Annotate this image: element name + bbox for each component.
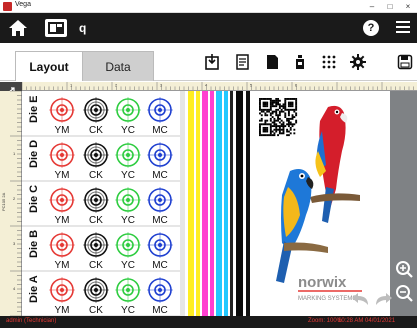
window-titlebar: Vega – □ × <box>0 0 417 13</box>
qr-code <box>258 97 298 137</box>
tab-layout[interactable]: Layout <box>15 51 83 81</box>
help-icon[interactable]: ? <box>363 20 379 36</box>
app-header: q ? <box>0 13 417 43</box>
report-icon[interactable] <box>235 54 251 70</box>
svg-text:norwix: norwix <box>298 274 347 291</box>
registration-mark-label: CK <box>89 305 103 316</box>
home-icon[interactable] <box>8 19 28 37</box>
app-icon <box>3 2 12 11</box>
zoom-in-icon[interactable] <box>394 259 414 279</box>
registration-mark-label: YM <box>55 305 70 316</box>
registration-mark-label: CK <box>89 215 103 226</box>
right-tool-panel <box>390 91 417 316</box>
status-time: 10:28 AM 04/01/2021 <box>338 318 396 324</box>
settings-gear-icon[interactable] <box>350 54 366 70</box>
registration-mark-label: YM <box>55 170 70 181</box>
import-icon[interactable] <box>204 54 220 70</box>
ruler-top-number: 2 <box>115 84 117 88</box>
job-name: q <box>79 21 87 35</box>
ruler-left-number: 2 <box>13 196 16 201</box>
tab-data[interactable]: Data <box>82 51 154 81</box>
die-label: Die B <box>28 230 40 258</box>
undo-icon[interactable] <box>350 292 372 308</box>
registration-mark-label: YC <box>121 125 135 136</box>
die-label: Die C <box>28 185 40 213</box>
registration-mark-label: MC <box>152 305 168 316</box>
ruler-top-number: 5 <box>250 84 252 88</box>
die-label: Die D <box>28 140 40 168</box>
hamburger-menu-icon[interactable] <box>396 21 412 35</box>
registration-mark-label: YM <box>55 215 70 226</box>
ruler-left-number: 1 <box>13 151 16 156</box>
minimize-button[interactable]: – <box>363 0 381 13</box>
registration-mark-label: YC <box>121 170 135 181</box>
die-label: Die E <box>28 95 40 123</box>
registration-mark-label: MC <box>152 260 168 271</box>
registration-mark-label: YC <box>121 215 135 226</box>
window-controls: – □ × <box>363 0 417 13</box>
ruler-top-number: 1 <box>70 84 72 88</box>
print-layout-sheet[interactable]: Die E YM CK YC MC Die D YM CK YC MC Die C YM CK YC MC D… <box>22 91 390 316</box>
registration-mark-label: YC <box>121 260 135 271</box>
registration-mark-label: YC <box>121 305 135 316</box>
window-title: Vega <box>15 1 31 8</box>
maximize-button[interactable]: □ <box>381 0 399 13</box>
registration-mark-label: CK <box>89 260 103 271</box>
ruler-left-number: 3 <box>13 241 16 246</box>
registration-mark-label: MC <box>152 125 168 136</box>
ruler-top-number: 4 <box>205 84 207 88</box>
ink-cartridge-icon[interactable] <box>292 54 308 70</box>
die-label: Die A <box>28 275 40 303</box>
ruler-top: 1 2 3 4 5 6 <box>22 82 417 91</box>
job-calculator-icon[interactable] <box>44 18 68 38</box>
status-user: admin (Technician) <box>6 318 57 324</box>
ruler-left-number: 4 <box>13 286 16 291</box>
ruler-top-number: 3 <box>160 84 162 88</box>
svg-text:MARKING SYSTEMS: MARKING SYSTEMS <box>298 296 356 302</box>
save-icon[interactable] <box>397 54 413 70</box>
grid-icon[interactable] <box>321 54 337 70</box>
layout-canvas-area: 123456 1 2 3 4 PC105 2A Die E YM CK YC MC Die… <box>0 82 417 316</box>
registration-mark-label: MC <box>152 215 168 226</box>
registration-mark-label: YM <box>55 125 70 136</box>
toolbar: Layout Data <box>0 43 417 81</box>
redo-icon[interactable] <box>372 292 394 308</box>
ruler-origin[interactable] <box>0 82 22 94</box>
registration-mark-label: MC <box>152 170 168 181</box>
plate-label: PC105 2A <box>1 192 6 211</box>
registration-mark-label: CK <box>89 170 103 181</box>
status-zoom: Zoom: 100% <box>308 318 343 324</box>
print-icon[interactable] <box>264 54 280 70</box>
ruler-left: 1 2 3 4 PC105 2A <box>0 91 22 316</box>
close-button[interactable]: × <box>399 0 417 13</box>
zoom-out-icon[interactable] <box>394 283 414 303</box>
registration-mark-label: CK <box>89 125 103 136</box>
ruler-top-number: 6 <box>295 84 297 88</box>
status-bar: admin (Technician) Zoom: 100% 10:28 AM 0… <box>0 316 417 328</box>
registration-mark-label: YM <box>55 260 70 271</box>
